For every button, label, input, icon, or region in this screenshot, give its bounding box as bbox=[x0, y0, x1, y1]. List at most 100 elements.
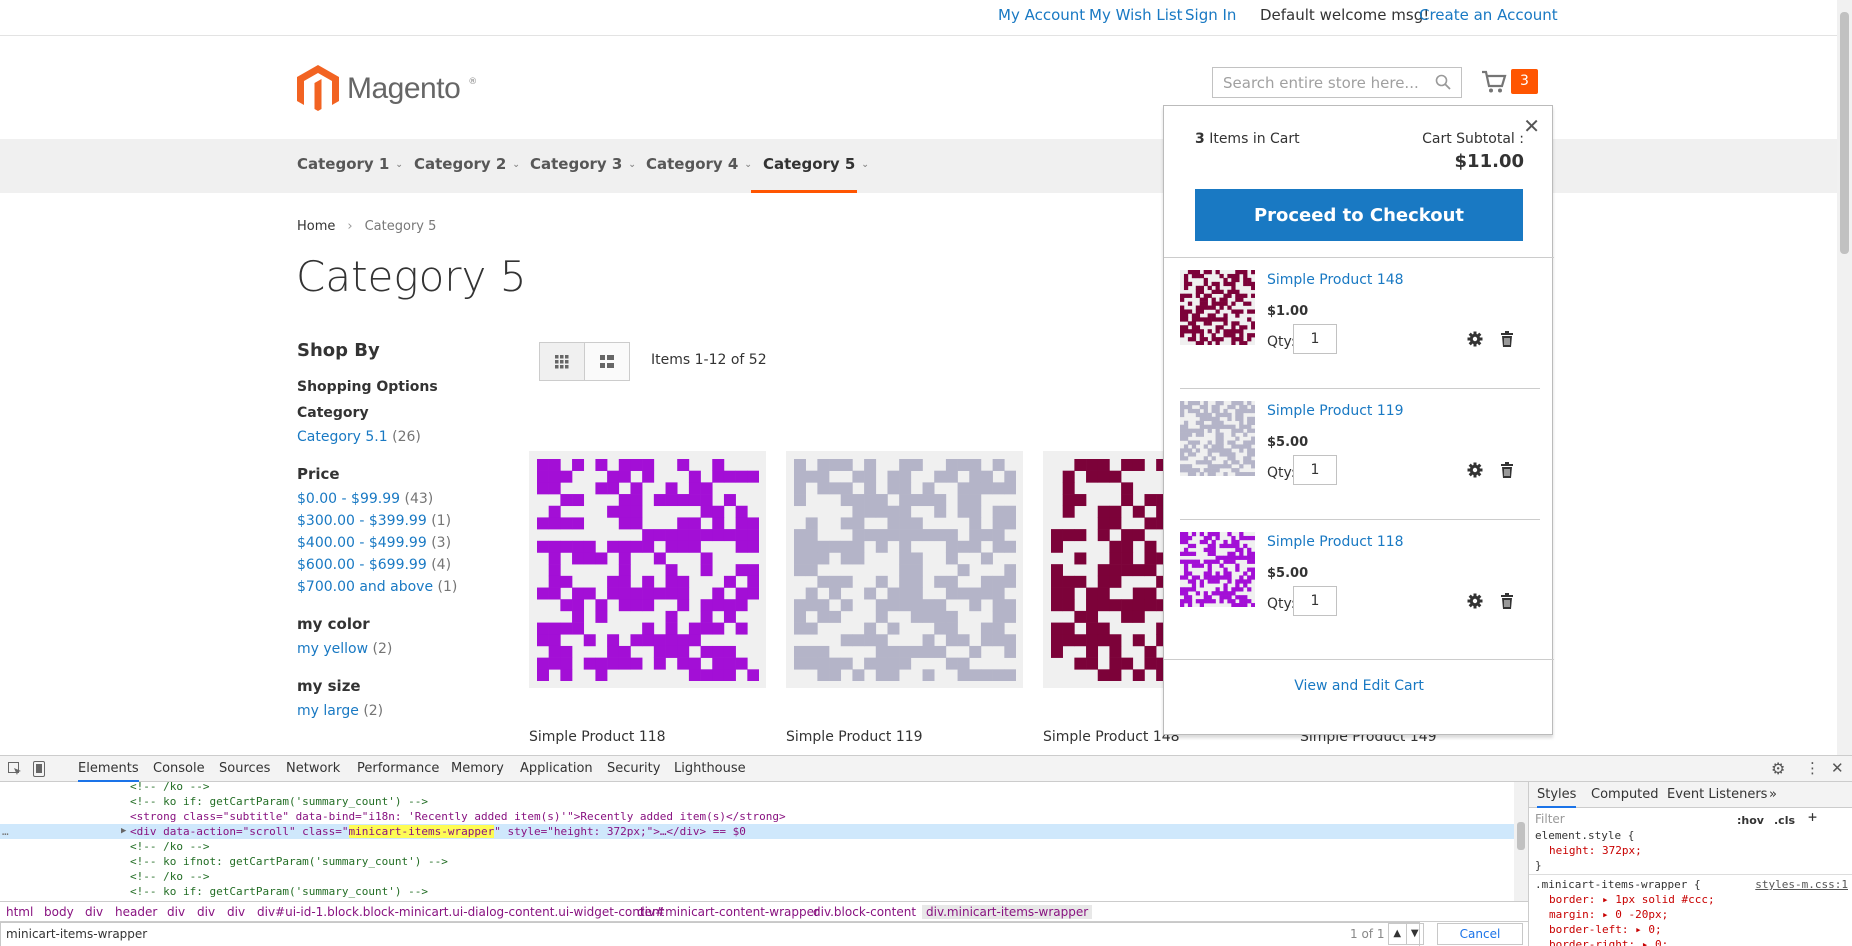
product-image[interactable] bbox=[529, 451, 766, 688]
style-declaration[interactable]: border-right: ▸ 0; bbox=[1549, 937, 1668, 946]
minicart-item-thumbnail[interactable] bbox=[1180, 532, 1256, 608]
qty-input[interactable]: 1 bbox=[1293, 455, 1337, 485]
product-name[interactable]: Simple Product 119 bbox=[786, 729, 923, 745]
nav-item-category-4[interactable]: Category 4 ⌄ bbox=[646, 155, 752, 173]
code-line[interactable]: <!-- ko if: getCartParam('summary_count'… bbox=[130, 794, 428, 809]
stylesheet-source-link[interactable]: styles-m.css:1 bbox=[1755, 877, 1848, 892]
code-line[interactable]: <strong class="subtitle" data-bind="i18n… bbox=[130, 809, 786, 824]
proceed-to-checkout-button[interactable]: Proceed to Checkout bbox=[1195, 189, 1523, 241]
trash-icon[interactable] bbox=[1500, 331, 1514, 347]
minicart-item-name[interactable]: Simple Product 118 bbox=[1267, 534, 1404, 550]
style-declaration[interactable]: border-left: ▸ 0; bbox=[1549, 922, 1662, 937]
product-name[interactable]: Simple Product 148 bbox=[1043, 729, 1180, 745]
gear-icon[interactable] bbox=[1467, 593, 1483, 609]
filter-option-size[interactable]: my large (2) bbox=[297, 703, 497, 719]
code-line[interactable]: <!-- ko ifnot: getCartParam('summary_cou… bbox=[130, 854, 448, 869]
product-name[interactable]: Simple Product 118 bbox=[529, 729, 666, 745]
more-tabs-icon[interactable]: » bbox=[1769, 787, 1777, 802]
product-image[interactable] bbox=[786, 451, 1023, 688]
add-style-rule-icon[interactable]: + bbox=[1808, 810, 1817, 825]
cart-icon[interactable] bbox=[1481, 70, 1507, 94]
dom-crumb[interactable]: div bbox=[85, 905, 103, 919]
hov-toggle[interactable]: :hov bbox=[1737, 813, 1764, 828]
devtools-tab-sources[interactable]: Sources bbox=[219, 761, 270, 776]
cls-toggle[interactable]: .cls bbox=[1774, 813, 1795, 828]
nav-item-category-3[interactable]: Category 3 ⌄ bbox=[530, 155, 636, 173]
store-logo[interactable]: Magento ® bbox=[297, 64, 477, 114]
dom-crumb-active[interactable]: div.minicart-items-wrapper bbox=[922, 905, 1093, 919]
style-declaration[interactable]: margin: ▸ 0 -20px; bbox=[1549, 907, 1668, 922]
page-scrollbar[interactable] bbox=[1837, 0, 1852, 755]
scrollbar-thumb[interactable] bbox=[1517, 822, 1525, 850]
minicart-item-name[interactable]: Simple Product 119 bbox=[1267, 403, 1404, 419]
event-listeners-tab[interactable]: Event Listeners bbox=[1667, 787, 1767, 802]
nav-item-category-2[interactable]: Category 2 ⌄ bbox=[414, 155, 520, 173]
expand-triangle-icon[interactable]: ▶ bbox=[121, 824, 126, 839]
trash-icon[interactable] bbox=[1500, 462, 1514, 478]
node-ellipsis-icon[interactable]: … bbox=[2, 824, 9, 839]
sign-in-link[interactable]: Sign In bbox=[1185, 6, 1236, 24]
search-icon[interactable] bbox=[1435, 74, 1451, 90]
devtools-tab-application[interactable]: Application bbox=[520, 761, 593, 776]
devtools-tab-console[interactable]: Console bbox=[153, 761, 205, 776]
qty-input[interactable]: 1 bbox=[1293, 324, 1337, 354]
my-account-link[interactable]: My Account bbox=[998, 6, 1085, 24]
devtools-tab-lighthouse[interactable]: Lighthouse bbox=[674, 761, 746, 776]
chevron-up-icon[interactable]: ▲ bbox=[1389, 924, 1406, 944]
find-input[interactable]: minicart-items-wrapper bbox=[0, 922, 1420, 946]
filter-option-price[interactable]: $400.00 - $499.99 (3) bbox=[297, 535, 497, 551]
devtools-tab-elements[interactable]: Elements bbox=[78, 761, 139, 782]
qty-input[interactable]: 1 bbox=[1293, 586, 1337, 616]
selected-code-line[interactable]: <div data-action="scroll" class="minicar… bbox=[130, 824, 746, 839]
cancel-button[interactable]: Cancel bbox=[1437, 923, 1523, 945]
elements-scrollbar[interactable] bbox=[1514, 782, 1528, 901]
filter-option-price[interactable]: $0.00 - $99.99 (43) bbox=[297, 491, 497, 507]
dom-crumb[interactable]: div bbox=[227, 905, 245, 919]
list-view-button[interactable] bbox=[585, 343, 629, 380]
filter-option-price[interactable]: $700.00 and above (1) bbox=[297, 579, 497, 595]
devtools-tab-performance[interactable]: Performance bbox=[357, 761, 439, 776]
filter-option-category[interactable]: Category 5.1 (26) bbox=[297, 429, 497, 445]
dom-crumb[interactable]: body bbox=[44, 905, 74, 919]
view-edit-cart-link[interactable]: View and Edit Cart bbox=[1164, 678, 1554, 694]
devtools-tab-security[interactable]: Security bbox=[607, 761, 660, 776]
nav-item-category-5[interactable]: Category 5 ⌄ bbox=[763, 155, 869, 173]
devtools-tab-network[interactable]: Network bbox=[286, 761, 340, 776]
minicart-item-thumbnail[interactable] bbox=[1180, 401, 1256, 477]
create-account-link[interactable]: Create an Account bbox=[1419, 6, 1558, 24]
nav-item-category-1[interactable]: Category 1 ⌄ bbox=[297, 155, 403, 173]
devtools-tab-memory[interactable]: Memory bbox=[451, 761, 504, 776]
close-icon[interactable]: ✕ bbox=[1523, 114, 1540, 138]
product-item[interactable]: Simple Product 118 bbox=[529, 451, 766, 745]
filter-option-price[interactable]: $600.00 - $699.99 (4) bbox=[297, 557, 497, 573]
grid-view-button[interactable] bbox=[540, 343, 585, 380]
my-wish-list-link[interactable]: My Wish List bbox=[1089, 6, 1183, 24]
dom-crumb[interactable]: div#minicart-content-wrapper bbox=[637, 905, 819, 919]
minicart-item-name[interactable]: Simple Product 148 bbox=[1267, 272, 1404, 288]
search-input[interactable]: Search entire store here... bbox=[1212, 67, 1462, 98]
filter-option-price[interactable]: $300.00 - $399.99 (1) bbox=[297, 513, 497, 529]
gear-icon[interactable] bbox=[1467, 462, 1483, 478]
breadcrumb-home[interactable]: Home bbox=[297, 219, 335, 234]
dom-crumb[interactable]: div#ui-id-1.block.block-minicart.ui-dial… bbox=[257, 905, 664, 919]
styles-filter-input[interactable]: Filter bbox=[1532, 809, 1732, 829]
code-line[interactable]: <!-- /ko --> bbox=[130, 839, 209, 854]
dom-crumb[interactable]: div bbox=[167, 905, 185, 919]
style-declaration[interactable]: border: ▸ 1px solid #ccc; bbox=[1549, 892, 1715, 907]
trash-icon[interactable] bbox=[1500, 593, 1514, 609]
inspect-element-icon[interactable] bbox=[8, 762, 22, 776]
dom-crumb[interactable]: header bbox=[115, 905, 157, 919]
computed-tab[interactable]: Computed bbox=[1591, 787, 1659, 802]
filter-option-color[interactable]: my yellow (2) bbox=[297, 641, 497, 657]
code-line[interactable]: <!-- ko if: getCartParam('summary_count'… bbox=[130, 884, 428, 899]
dom-crumb[interactable]: div.block-content bbox=[813, 905, 916, 919]
chevron-down-icon[interactable]: ▼ bbox=[1405, 924, 1424, 944]
dom-crumb[interactable]: div bbox=[197, 905, 215, 919]
code-line[interactable]: <!-- /ko --> bbox=[130, 869, 209, 884]
gear-icon[interactable]: ⚙ bbox=[1771, 759, 1785, 778]
minicart-item-thumbnail[interactable] bbox=[1180, 270, 1256, 346]
gear-icon[interactable] bbox=[1467, 331, 1483, 347]
device-toolbar-icon[interactable] bbox=[33, 761, 45, 777]
cart-count-badge[interactable]: 3 bbox=[1511, 69, 1538, 94]
code-line[interactable]: <!-- /ko --> bbox=[130, 782, 209, 794]
